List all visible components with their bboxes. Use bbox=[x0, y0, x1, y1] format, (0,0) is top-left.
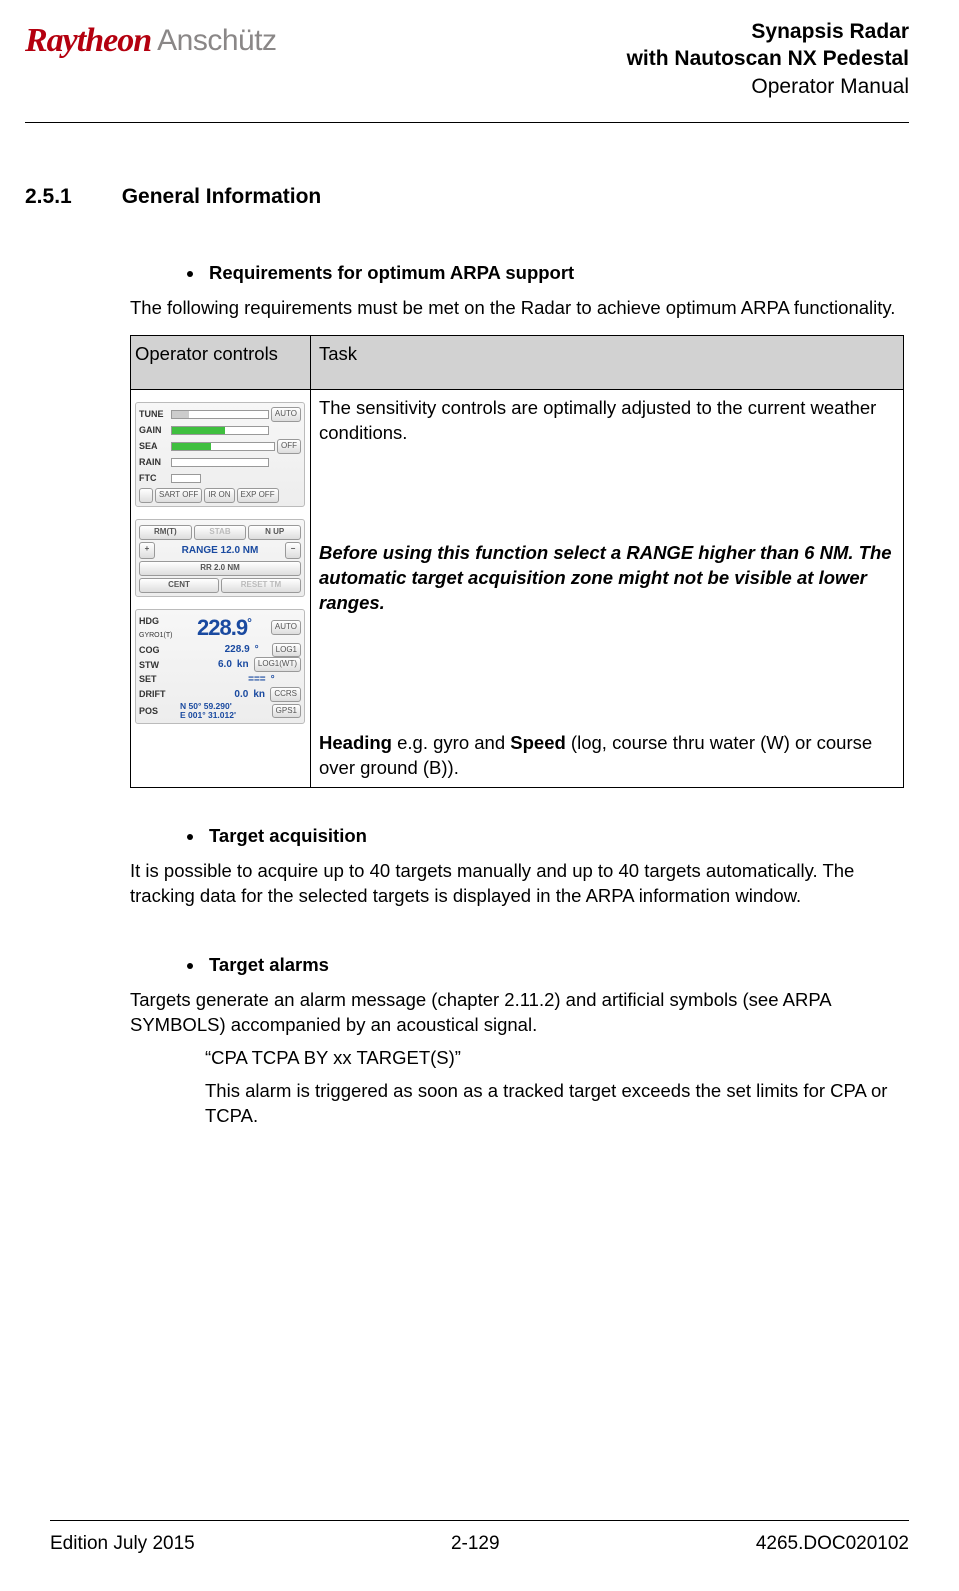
stw-src-button[interactable]: LOG1(WT) bbox=[254, 657, 301, 672]
cog-value: 228.9 bbox=[180, 643, 252, 657]
range-value: RANGE 12.0 NM bbox=[157, 542, 283, 560]
ftc-label: FTC bbox=[139, 472, 169, 484]
th-task: Task bbox=[311, 336, 904, 390]
page-footer: Edition July 2015 2-129 4265.DOC020102 bbox=[50, 1520, 909, 1557]
range-panel: RM(T) STAB N UP + RANGE 12.0 NM − RR 2.0… bbox=[135, 519, 305, 597]
rain-label: RAIN bbox=[139, 456, 169, 468]
alarm-desc: This alarm is triggered as soon as a tra… bbox=[205, 1079, 904, 1129]
footer-page: 2-129 bbox=[451, 1531, 500, 1557]
rr-button[interactable]: RR 2.0 NM bbox=[139, 561, 301, 576]
rm-button[interactable]: RM(T) bbox=[139, 525, 192, 540]
cog-label: COG bbox=[139, 644, 177, 656]
stab-button[interactable]: STAB bbox=[194, 525, 247, 540]
ir-on-button[interactable]: IR ON bbox=[204, 488, 234, 503]
stw-value: 6.0 bbox=[180, 658, 234, 672]
exp-off-button[interactable]: EXP OFF bbox=[237, 488, 279, 503]
alarm-quote: “CPA TCPA BY xx TARGET(S)” bbox=[205, 1046, 904, 1071]
tune-slider[interactable] bbox=[171, 410, 269, 419]
bullet-target-alarms: Target alarms bbox=[209, 954, 329, 975]
drift-value: 0.0 bbox=[180, 688, 250, 702]
pos-value: N 50° 59.290'E 001° 31.012' bbox=[180, 702, 269, 721]
doc-title-line2: with Nautoscan NX Pedestal bbox=[627, 45, 909, 72]
brand-logo: Raytheon Anschütz bbox=[25, 18, 277, 64]
pos-label: POS bbox=[139, 705, 177, 717]
range-minus-button[interactable]: − bbox=[285, 542, 301, 560]
sensitivity-panel: TUNE AUTO GAIN SEA bbox=[135, 402, 305, 507]
section-number: 2.5.1 bbox=[25, 183, 72, 211]
ftc-toggle[interactable] bbox=[171, 474, 201, 483]
footer-edition: Edition July 2015 bbox=[50, 1531, 195, 1557]
target-acq-text: It is possible to acquire up to 40 targe… bbox=[130, 859, 904, 909]
cog-src-button[interactable]: LOG1 bbox=[272, 643, 301, 658]
sart-off-button[interactable]: SART OFF bbox=[155, 488, 202, 503]
gain-label: GAIN bbox=[139, 424, 169, 436]
drift-label: DRIFT bbox=[139, 688, 177, 700]
cent-button[interactable]: CENT bbox=[139, 578, 219, 593]
section-title: General Information bbox=[122, 183, 322, 211]
tune-label: TUNE bbox=[139, 408, 169, 420]
task-range-note: Before using this function select a RANG… bbox=[319, 541, 895, 616]
hdg-auto-button[interactable]: AUTO bbox=[271, 620, 301, 635]
nup-button[interactable]: N UP bbox=[248, 525, 301, 540]
drift-src-button[interactable]: CCRS bbox=[270, 687, 301, 702]
hdg-value: 228.9° bbox=[197, 613, 251, 643]
bullet-arpa-req: Requirements for optimum ARPA support bbox=[209, 262, 574, 283]
th-operator-controls: Operator controls bbox=[131, 336, 311, 390]
logo-raytheon: Raytheon bbox=[25, 18, 151, 64]
gain-slider[interactable] bbox=[171, 426, 269, 435]
set-label: SET bbox=[139, 673, 177, 685]
stw-label: STW bbox=[139, 659, 177, 671]
hdg-label: HDGGYRO1(T) bbox=[139, 615, 177, 640]
target-alarms-text: Targets generate an alarm message (chapt… bbox=[130, 988, 904, 1038]
range-plus-button[interactable]: + bbox=[139, 542, 155, 560]
doc-title-line3: Operator Manual bbox=[627, 73, 909, 100]
panel1-btn-blank[interactable] bbox=[139, 488, 153, 503]
sea-label: SEA bbox=[139, 440, 169, 452]
page-header: Raytheon Anschütz Synapsis Radar with Na… bbox=[25, 10, 909, 100]
reset-tm-button[interactable]: RESET TM bbox=[221, 578, 301, 593]
task-sensitivity-text: The sensitivity controls are optimally a… bbox=[319, 396, 895, 446]
tune-auto-button[interactable]: AUTO bbox=[271, 407, 301, 422]
logo-anschutz: Anschütz bbox=[157, 21, 276, 62]
set-value: === bbox=[180, 673, 268, 687]
document-title-block: Synapsis Radar with Nautoscan NX Pedesta… bbox=[627, 18, 909, 100]
arpa-intro-text: The following requirements must be met o… bbox=[130, 296, 904, 321]
doc-title-line1: Synapsis Radar bbox=[627, 18, 909, 45]
sea-off-button[interactable]: OFF bbox=[277, 439, 301, 454]
task-cell: The sensitivity controls are optimally a… bbox=[311, 390, 904, 788]
task-heading-speed: Heading e.g. gyro and Speed (log, course… bbox=[319, 731, 895, 781]
requirements-table: Operator controls Task TUNE AUTO bbox=[130, 335, 904, 788]
pos-src-button[interactable]: GPS1 bbox=[272, 704, 301, 719]
nav-data-panel: HDGGYRO1(T) 228.9° AUTO COG 228.9 ° LOG1 bbox=[135, 609, 305, 725]
sea-slider[interactable] bbox=[171, 442, 275, 451]
footer-docnum: 4265.DOC020102 bbox=[756, 1531, 909, 1557]
rain-slider[interactable] bbox=[171, 458, 269, 467]
bullet-target-acq: Target acquisition bbox=[209, 825, 367, 846]
controls-cell: TUNE AUTO GAIN SEA bbox=[131, 390, 311, 788]
